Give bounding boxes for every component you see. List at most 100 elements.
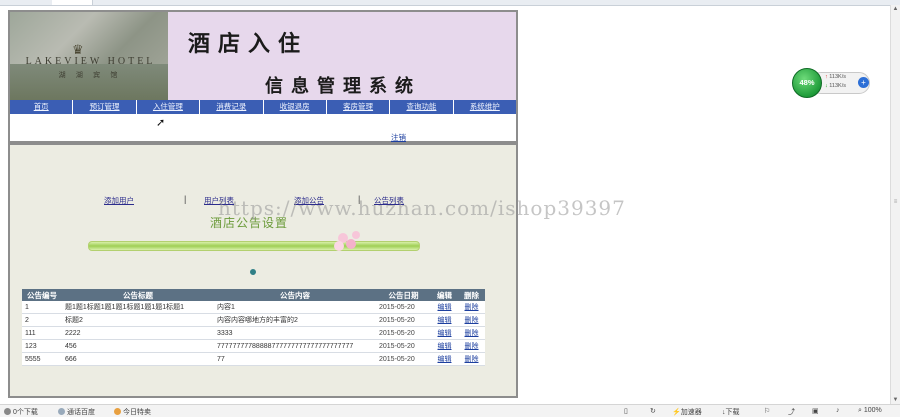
main-nav: 首页 预订管理 入住管理 消费记录 收银退房 客房管理 查询功能 系统维护 [10,100,516,114]
browser-tab-strip [0,0,900,6]
sound-icon[interactable]: ♪ [836,407,840,414]
circle-icon [4,408,11,415]
table-row: 1 题1题1标题1题1题1标题1题1题1标题1 内容1 2015-05-20 编… [22,301,485,314]
scroll-grip-icon[interactable]: ≡ [892,197,899,207]
speed-percent: 48% [792,68,822,98]
page-icon[interactable]: ▯ [624,407,628,415]
nav-consumption[interactable]: 消费记录 [200,100,264,114]
decorative-vine [88,241,420,251]
cell-title: 456 [62,339,214,353]
scroll-down-icon[interactable]: ▼ [891,396,900,404]
header-id: 公告编号 [22,289,62,301]
scroll-up-icon[interactable]: ▲ [891,5,900,13]
download-label: 下载 [725,409,740,416]
notice-table: 公告编号 公告标题 公告内容 公告日期 编辑 删除 1 题1题1标题1题1题1标… [22,289,485,366]
cell-content: 77777777788888777777777777777777777 [214,339,376,353]
zoom-control[interactable]: ⌕ 100% [858,407,882,415]
download-speed-value: 113K/s [829,83,846,89]
edit-link[interactable]: 编辑 [431,301,458,314]
cell-content: 内容内容哪地方的丰富的2 [214,313,376,327]
download-speed: ↓ 113K/s [825,83,846,89]
nav-query[interactable]: 查询功能 [390,100,454,114]
vertical-scrollbar[interactable]: ▲ ≡ ▼ [890,5,900,404]
header-edit: 编辑 [431,289,458,301]
mouse-cursor-icon: ➚ [156,117,166,129]
window-icon[interactable]: ▣ [812,407,819,415]
edit-link[interactable]: 编辑 [431,313,458,327]
flower-icon [328,231,368,255]
globe-icon [58,408,65,415]
cell-title: 2222 [62,326,214,340]
header-date: 公告日期 [376,289,431,301]
restore-icon[interactable]: ↻ [650,407,656,415]
bag-icon [114,408,121,415]
banner: ♛ LAKEVIEW HOTEL 湖 湖 宾 馆 酒店入住 信息管理系统 [10,12,516,100]
table-header-row: 公告编号 公告标题 公告内容 公告日期 编辑 删除 [22,289,485,301]
logout-link[interactable]: 注销 [391,132,406,143]
network-speed-widget[interactable]: 48% ↑ 113K/s ↓ 113K/s + [792,68,874,98]
nav-checkin[interactable]: 入住管理 [137,100,201,114]
plus-icon[interactable]: + [858,77,869,88]
cell-date: 2015-05-20 [376,301,431,314]
edit-link[interactable]: 编辑 [431,352,458,366]
nav-system[interactable]: 系统维护 [454,100,516,114]
upload-speed: ↑ 113K/s [825,74,846,80]
bullet-dot [250,269,256,275]
delete-link[interactable]: 删除 [458,339,485,353]
upload-speed-value: 113K/s [829,74,846,80]
add-user-link[interactable]: 添加用户 [104,195,134,206]
nav-rooms[interactable]: 客房管理 [327,100,391,114]
table-row: 123 456 77777777788888777777777777777777… [22,339,485,353]
cell-id: 123 [22,339,62,353]
hotel-logo-text: LAKEVIEW HOTEL [25,56,156,67]
header-title: 公告标题 [62,289,214,301]
hotel-photo: ♛ LAKEVIEW HOTEL 湖 湖 宾 馆 [10,12,168,100]
delete-link[interactable]: 删除 [458,326,485,340]
cell-date: 2015-05-20 [376,326,431,340]
flag-icon[interactable]: ⚐ [764,407,770,415]
arrow-down-icon: ↓ [825,83,828,89]
header-delete: 删除 [458,289,485,301]
hotel-logo-subtitle: 湖 湖 宾 馆 [58,71,122,79]
header-frame: ♛ LAKEVIEW HOTEL 湖 湖 宾 馆 酒店入住 信息管理系统 首页 … [8,10,518,143]
cell-title: 标题2 [62,313,214,327]
edit-link[interactable]: 编辑 [431,339,458,353]
system-title-sub: 信息管理系统 [265,76,421,97]
cell-content: 77 [214,352,376,366]
baidu-label: 通话百度 [67,409,95,416]
header-content: 公告内容 [214,289,376,301]
cell-id: 2 [22,313,62,327]
speedup-label: 加速器 [680,409,702,416]
cell-title: 666 [62,352,214,366]
browser-status-bar: 0个下载 通话百度 今日特卖 ▯ ↻ ⚡加速器 ↓下载 ⚐ ⤴ ▣ ♪ ⌕ 10… [0,404,900,417]
zoom-level: 100% [863,407,882,414]
cell-id: 111 [22,326,62,340]
table-row: 111 2222 3333 2015-05-20 编辑 删除 [22,326,485,340]
delete-link[interactable]: 删除 [458,352,485,366]
table-row: 2 标题2 内容内容哪地方的丰富的2 2015-05-20 编辑 删除 [22,313,485,327]
system-title-main: 酒店入住 [188,31,309,57]
cell-date: 2015-05-20 [376,339,431,353]
downloads-label: 0个下载 [13,409,38,416]
content-frame: 添加用户 | 用户列表 添加公告 | 公告列表 酒店公告设置 公告编号 公告标题… [8,143,518,398]
delete-link[interactable]: 删除 [458,313,485,327]
cell-content: 内容1 [214,301,376,314]
cell-id: 5555 [22,352,62,366]
speedup-icon: ⚡ [672,409,681,416]
delete-link[interactable]: 删除 [458,301,485,314]
cell-id: 1 [22,301,62,314]
browser-tab[interactable] [52,0,93,5]
edit-link[interactable]: 编辑 [431,326,458,340]
sale-label: 今日特卖 [123,409,151,416]
zoom-icon: ⌕ [858,407,862,414]
cell-title: 题1题1标题1题1题1标题1题1题1标题1 [62,301,214,314]
arrow-up-icon: ↑ [825,74,828,80]
table-row: 5555 666 77 2015-05-20 编辑 删除 [22,352,485,366]
nav-booking[interactable]: 预订管理 [73,100,137,114]
nav-home[interactable]: 首页 [10,100,74,114]
cell-date: 2015-05-20 [376,352,431,366]
cell-date: 2015-05-20 [376,313,431,327]
separator: | [184,194,187,204]
nav-checkout[interactable]: 收银退房 [264,100,327,114]
watermark-text: https://www.huzhan.com/ishop39397 [218,196,626,220]
